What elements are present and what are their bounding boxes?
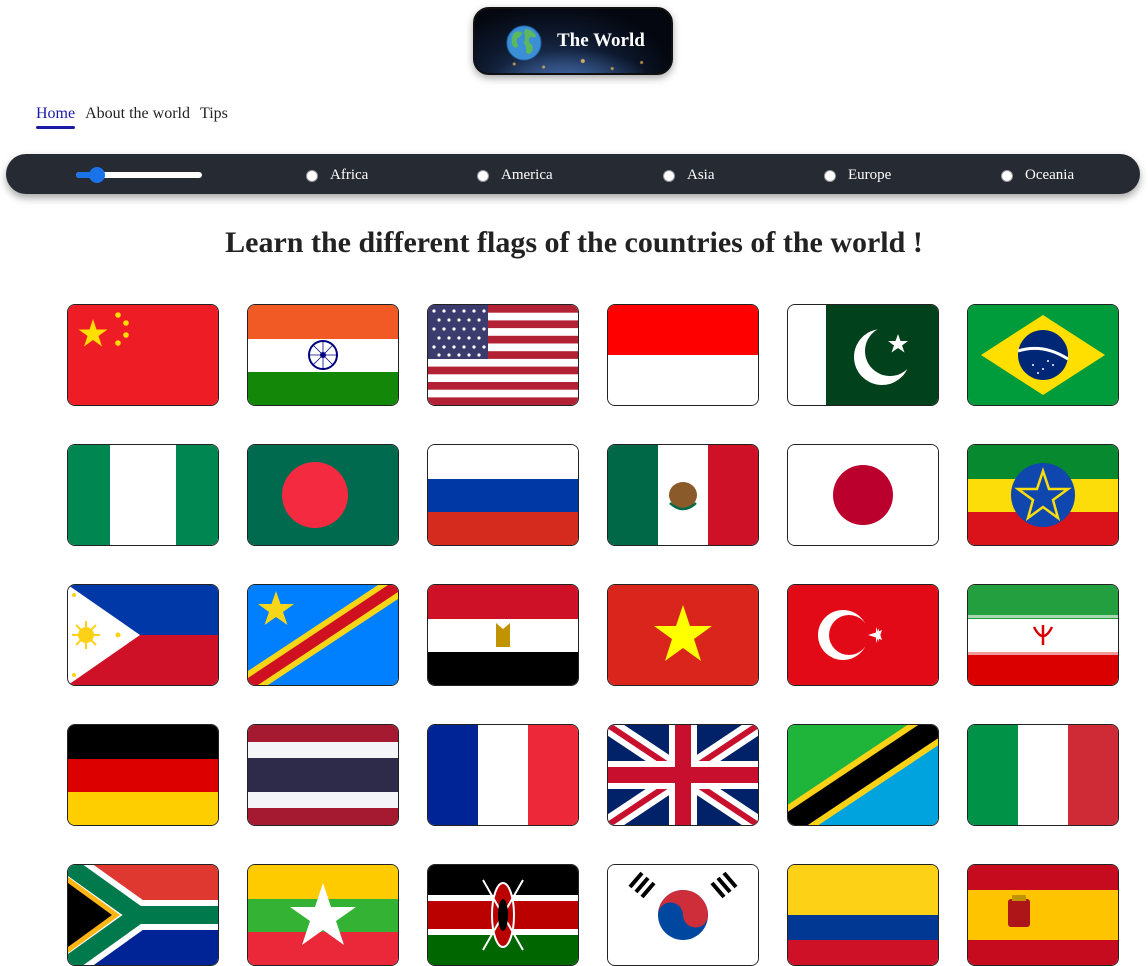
radio-button[interactable] [1001, 169, 1013, 182]
radio-button[interactable] [663, 169, 675, 182]
logo-title: The World [557, 30, 645, 51]
pakistan-flag[interactable] [787, 304, 939, 406]
radio-oceania[interactable]: Oceania [1001, 167, 1074, 184]
radio-label: Europe [848, 167, 892, 183]
egypt-flag[interactable] [427, 584, 579, 686]
nigeria-flag[interactable] [67, 444, 219, 546]
radio-button[interactable] [824, 169, 836, 182]
radio-africa[interactable]: Africa [306, 167, 368, 184]
brazil-flag[interactable] [967, 304, 1119, 406]
spain-flag[interactable] [967, 864, 1119, 966]
radio-label: Asia [687, 167, 715, 183]
radio-label: Africa [330, 167, 369, 183]
japan-flag[interactable] [787, 444, 939, 546]
page-heading: Learn the different flags of the countri… [225, 226, 923, 259]
nav-tips[interactable]: Tips [200, 105, 228, 123]
uk-flag[interactable] [607, 724, 759, 826]
tanzania-flag[interactable] [787, 724, 939, 826]
dr-congo-flag[interactable] [247, 584, 399, 686]
main-nav: Home About the world Tips [36, 105, 228, 129]
thailand-flag[interactable] [247, 724, 399, 826]
philippines-flag[interactable] [67, 584, 219, 686]
mexico-flag[interactable] [607, 444, 759, 546]
china-flag[interactable] [67, 304, 219, 406]
south-korea-flag[interactable] [607, 864, 759, 966]
usa-flag[interactable] [427, 304, 579, 406]
radio-button[interactable] [306, 169, 318, 182]
radio-label: Oceania [1025, 167, 1075, 183]
flag-count-slider[interactable] [76, 167, 202, 183]
nav-about-the-world[interactable]: About the world [85, 105, 190, 123]
region-filter-bar: Africa America Asia Europe Oceania [6, 154, 1140, 194]
ethiopia-flag[interactable] [967, 444, 1119, 546]
radio-asia[interactable]: Asia [663, 167, 715, 184]
france-flag[interactable] [427, 724, 579, 826]
radio-europe[interactable]: Europe [824, 167, 891, 184]
south-africa-flag[interactable] [67, 864, 219, 966]
italy-flag[interactable] [967, 724, 1119, 826]
vietnam-flag[interactable] [607, 584, 759, 686]
colombia-flag[interactable] [787, 864, 939, 966]
russia-flag[interactable] [427, 444, 579, 546]
turkey-flag[interactable] [787, 584, 939, 686]
germany-flag[interactable] [67, 724, 219, 826]
radio-america[interactable]: America [477, 167, 553, 184]
myanmar-flag[interactable] [247, 864, 399, 966]
nav-home[interactable]: Home [36, 105, 76, 129]
iran-flag[interactable] [967, 584, 1119, 686]
slider-thumb[interactable] [89, 167, 105, 183]
indonesia-flag[interactable] [607, 304, 759, 406]
india-flag[interactable] [247, 304, 399, 406]
bangladesh-flag[interactable] [247, 444, 399, 546]
globe-icon [506, 25, 542, 61]
kenya-flag[interactable] [427, 864, 579, 966]
radio-button[interactable] [477, 169, 489, 182]
radio-label: America [501, 167, 553, 183]
site-logo[interactable]: The World [473, 7, 673, 75]
